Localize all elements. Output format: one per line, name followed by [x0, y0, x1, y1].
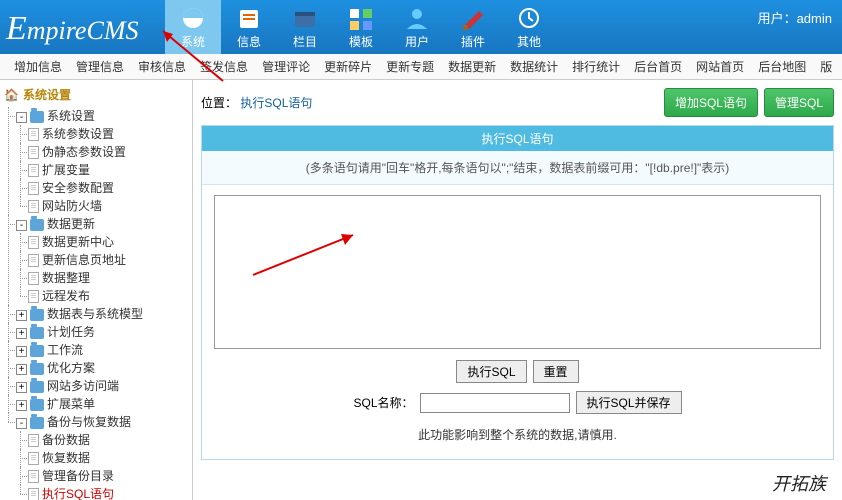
file-icon — [28, 182, 39, 195]
sql-name-input[interactable] — [420, 393, 570, 413]
warning-note: 此功能影响到整个系统的数据,请慎用. — [214, 422, 821, 453]
tree-toggle[interactable]: + — [16, 382, 27, 393]
folder-icon — [30, 111, 44, 123]
manage-sql-button[interactable]: 管理SQL — [764, 88, 834, 117]
tree-file[interactable]: 扩展变量 — [42, 163, 90, 177]
template-icon — [347, 5, 375, 31]
subnav-item[interactable]: 数据更新 — [448, 58, 496, 75]
folder-icon — [30, 327, 44, 339]
tree-folder[interactable]: 优化方案 — [47, 361, 95, 375]
folder-icon — [30, 399, 44, 411]
add-sql-button[interactable]: 增加SQL语句 — [664, 88, 758, 117]
watermark: 开拓族 — [772, 470, 826, 496]
file-icon — [28, 488, 39, 500]
subnav-item[interactable]: 数据统计 — [510, 58, 558, 75]
folder-icon — [30, 345, 44, 357]
breadcrumb: 位置： 执行SQL语句 — [201, 94, 312, 111]
subnav-item[interactable]: 增加信息 — [14, 58, 62, 75]
file-icon — [28, 434, 39, 447]
subnav-item[interactable]: 后台首页 — [634, 58, 682, 75]
tree-file[interactable]: 更新信息页地址 — [42, 253, 126, 267]
folder-icon — [30, 417, 44, 429]
subnav-item[interactable]: 更新碎片 — [324, 58, 372, 75]
file-icon — [28, 236, 39, 249]
info-icon — [235, 5, 263, 31]
tree-toggle[interactable]: - — [16, 418, 27, 429]
tree-file[interactable]: 数据更新中心 — [42, 235, 114, 249]
subnav-item[interactable]: 版 — [820, 58, 832, 75]
file-icon — [28, 254, 39, 267]
folder-icon — [30, 381, 44, 393]
menu-plugin[interactable]: 插件 — [445, 0, 501, 54]
file-icon — [28, 290, 39, 303]
tree-folder[interactable]: 扩展菜单 — [47, 397, 95, 411]
tree-file[interactable]: 安全参数配置 — [42, 181, 114, 195]
reset-button[interactable]: 重置 — [533, 360, 579, 383]
menu-info[interactable]: 信息 — [221, 0, 277, 54]
system-icon — [179, 5, 207, 31]
tree-toggle[interactable]: - — [16, 112, 27, 123]
file-icon — [28, 470, 39, 483]
tree-file[interactable]: 网站防火墙 — [42, 199, 102, 213]
subnav-item[interactable]: 网站首页 — [696, 58, 744, 75]
subnav-item[interactable]: 更新专题 — [386, 58, 434, 75]
run-sql-button[interactable]: 执行SQL — [456, 360, 526, 383]
tree-file[interactable]: 管理备份目录 — [42, 469, 114, 483]
tree-file[interactable]: 备份数据 — [42, 433, 90, 447]
tree-toggle[interactable]: + — [16, 328, 27, 339]
panel-hint: (多条语句请用"回车"格开,每条语句以";"结束，数据表前缀可用："[!db.p… — [202, 151, 833, 185]
subnav-item[interactable]: 排行统计 — [572, 58, 620, 75]
file-icon — [28, 200, 39, 213]
menu-other[interactable]: 其他 — [501, 0, 557, 54]
file-icon — [28, 164, 39, 177]
sql-textarea[interactable] — [214, 195, 821, 349]
tree-folder[interactable]: 数据更新 — [47, 217, 95, 231]
folder-icon — [30, 309, 44, 321]
home-icon: 🏠 — [4, 88, 19, 102]
file-icon — [28, 272, 39, 285]
tree-folder[interactable]: 计划任务 — [47, 325, 95, 339]
menu-user[interactable]: 用户 — [389, 0, 445, 54]
tree-toggle[interactable]: + — [16, 364, 27, 375]
folder-icon — [30, 219, 44, 231]
subnav-item[interactable]: 管理信息 — [76, 58, 124, 75]
folder-icon — [30, 363, 44, 375]
tree-file[interactable]: 系统参数设置 — [42, 127, 114, 141]
tree-toggle[interactable]: - — [16, 220, 27, 231]
tree-toggle[interactable]: + — [16, 310, 27, 321]
plugin-icon — [459, 5, 487, 31]
user-info: 用户：admin — [748, 0, 842, 54]
other-icon — [515, 5, 543, 31]
subnav-item[interactable]: 管理评论 — [262, 58, 310, 75]
tree-toggle[interactable]: + — [16, 346, 27, 357]
menu-column[interactable]: 栏目 — [277, 0, 333, 54]
tree-file[interactable]: 远程发布 — [42, 289, 90, 303]
user-icon — [403, 5, 431, 31]
tree-folder[interactable]: 系统设置 — [47, 109, 95, 123]
tree-file[interactable]: 执行SQL语句 — [42, 487, 114, 500]
tree-toggle[interactable]: + — [16, 400, 27, 411]
subnav-item[interactable]: 审核信息 — [138, 58, 186, 75]
menu-template[interactable]: 模板 — [333, 0, 389, 54]
file-icon — [28, 452, 39, 465]
tree-folder[interactable]: 数据表与系统模型 — [47, 307, 143, 321]
tree-file[interactable]: 伪静态参数设置 — [42, 145, 126, 159]
file-icon — [28, 146, 39, 159]
file-icon — [28, 128, 39, 141]
tree-folder[interactable]: 工作流 — [47, 343, 83, 357]
tree-file[interactable]: 数据整理 — [42, 271, 90, 285]
sql-name-label: SQL名称： — [353, 394, 413, 411]
tree-folder[interactable]: 网站多访问端 — [47, 379, 119, 393]
subnav-item[interactable]: 后台地图 — [758, 58, 806, 75]
tree-folder[interactable]: 备份与恢复数据 — [47, 415, 131, 429]
column-icon — [291, 5, 319, 31]
panel-title: 执行SQL语句 — [202, 126, 833, 151]
sidebar-title: 🏠 系统设置 — [4, 86, 188, 103]
run-save-button[interactable]: 执行SQL并保存 — [576, 391, 682, 414]
subnav-item[interactable]: 签发信息 — [200, 58, 248, 75]
menu-system[interactable]: 系统 — [165, 0, 221, 54]
tree-file[interactable]: 恢复数据 — [42, 451, 90, 465]
brand-logo: EmpireCMS — [0, 0, 165, 54]
